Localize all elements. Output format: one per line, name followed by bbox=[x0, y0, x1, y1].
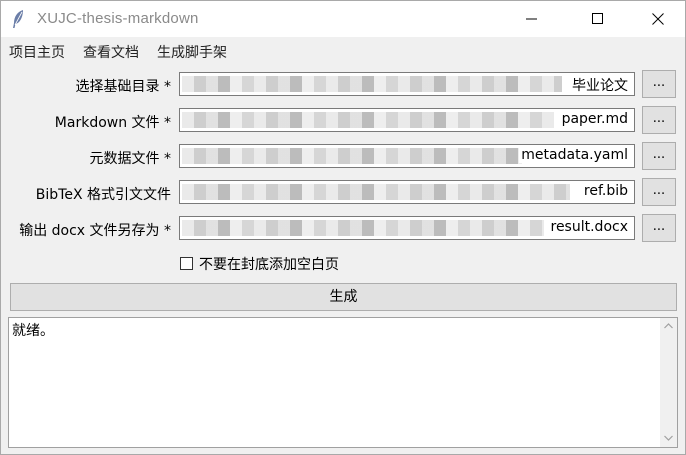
base-dir-input[interactable]: 毕业论文 bbox=[179, 72, 635, 96]
generate-button[interactable]: 生成 bbox=[10, 283, 677, 311]
menu-item-view-docs[interactable]: 查看文档 bbox=[83, 42, 139, 62]
output-docx-label: 输出 docx 文件另存为 * bbox=[19, 223, 171, 239]
browse-bibtex-file-button[interactable]: ... bbox=[642, 178, 676, 206]
markdown-file-value: paper.md bbox=[559, 111, 628, 127]
browse-base-dir-button[interactable]: ... bbox=[642, 70, 676, 98]
bibtex-file-input[interactable]: ref.bib bbox=[179, 180, 635, 204]
redacted-path bbox=[182, 76, 562, 92]
browse-markdown-file-button[interactable]: ... bbox=[642, 106, 676, 134]
feather-icon bbox=[11, 9, 29, 29]
maximize-icon bbox=[592, 13, 603, 24]
metadata-file-value: metadata.yaml bbox=[519, 147, 628, 163]
maximize-button[interactable] bbox=[575, 1, 621, 37]
output-docx-value: result.docx bbox=[548, 219, 628, 235]
bibtex-file-value: ref.bib bbox=[581, 183, 628, 199]
menu-item-project-home[interactable]: 项目主页 bbox=[9, 42, 65, 62]
redacted-path bbox=[182, 148, 522, 164]
no-blank-page-label: 不要在封底添加空白页 bbox=[199, 257, 339, 273]
markdown-file-input[interactable]: paper.md bbox=[179, 108, 635, 132]
chevron-up-icon bbox=[664, 323, 673, 329]
minimize-button[interactable] bbox=[509, 1, 555, 37]
markdown-file-label: Markdown 文件 * bbox=[54, 115, 171, 131]
metadata-file-label: 元数据文件 * bbox=[89, 151, 171, 167]
log-scrollbar[interactable] bbox=[660, 318, 677, 447]
close-icon bbox=[652, 13, 664, 25]
log-text: 就绪。 bbox=[12, 323, 54, 339]
base-dir-label: 选择基础目录 * bbox=[75, 79, 171, 95]
redacted-path bbox=[182, 184, 570, 200]
minimize-icon bbox=[526, 18, 537, 20]
scroll-up-button[interactable] bbox=[660, 318, 677, 335]
menu-bar: 项目主页 查看文档 生成脚手架 bbox=[1, 37, 685, 65]
close-button[interactable] bbox=[635, 1, 681, 37]
log-output[interactable]: 就绪。 bbox=[8, 317, 678, 448]
redacted-path bbox=[182, 220, 544, 236]
output-docx-input[interactable]: result.docx bbox=[179, 216, 635, 240]
no-blank-page-checkbox[interactable] bbox=[180, 257, 193, 270]
menu-item-generate-scaffold[interactable]: 生成脚手架 bbox=[157, 42, 227, 62]
chevron-down-icon bbox=[664, 435, 673, 441]
redacted-path bbox=[182, 112, 554, 128]
browse-output-docx-button[interactable]: ... bbox=[642, 214, 676, 242]
browse-metadata-file-button[interactable]: ... bbox=[642, 142, 676, 170]
scroll-down-button[interactable] bbox=[660, 430, 677, 447]
app-window: XUJC-thesis-markdown 项目主页 查看文档 生成脚手架 选择基… bbox=[0, 0, 686, 455]
title-bar: XUJC-thesis-markdown bbox=[1, 1, 685, 37]
window-title: XUJC-thesis-markdown bbox=[37, 10, 199, 27]
bibtex-file-label: BibTeX 格式引文文件 bbox=[35, 187, 171, 203]
base-dir-value: 毕业论文 bbox=[570, 75, 628, 95]
metadata-file-input[interactable]: metadata.yaml bbox=[179, 144, 635, 168]
